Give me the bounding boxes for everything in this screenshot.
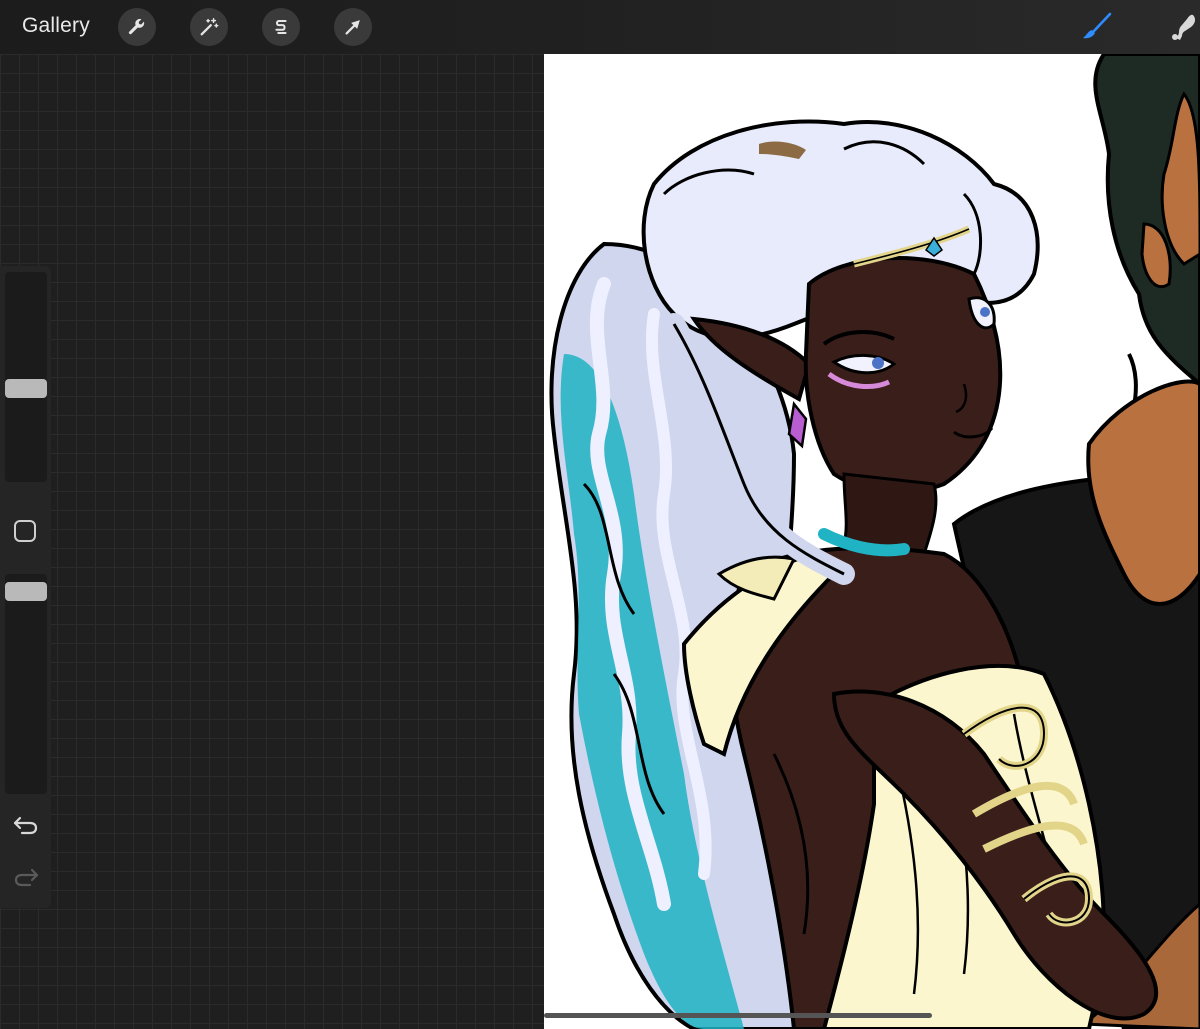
smudge-button[interactable] xyxy=(1166,10,1200,44)
adjustments-button[interactable] xyxy=(190,8,228,46)
top-toolbar: Gallery xyxy=(0,0,1200,54)
redo-button[interactable] xyxy=(12,864,40,888)
modify-button[interactable] xyxy=(14,520,36,542)
drawing-canvas[interactable] xyxy=(544,54,1200,1029)
selection-button[interactable] xyxy=(262,8,300,46)
left-sidebar xyxy=(0,266,51,908)
redo-icon xyxy=(14,868,39,887)
magic-wand-icon xyxy=(200,18,219,36)
gallery-button[interactable]: Gallery xyxy=(22,14,90,38)
selection-s-icon xyxy=(275,20,287,34)
undo-button[interactable] xyxy=(12,812,40,836)
opacity-slider[interactable] xyxy=(5,574,47,794)
smudge-icon xyxy=(1172,14,1196,40)
wrench-icon xyxy=(128,18,145,35)
arrow-cursor-icon xyxy=(345,20,360,35)
brush-size-slider[interactable] xyxy=(5,272,47,482)
undo-icon xyxy=(13,816,38,835)
transform-button[interactable] xyxy=(334,8,372,46)
paint-brush-button[interactable] xyxy=(1080,10,1114,44)
actions-button[interactable] xyxy=(118,8,156,46)
artwork-illustration xyxy=(549,54,1200,1029)
brush-icon xyxy=(1083,12,1112,39)
opacity-thumb[interactable] xyxy=(5,582,47,602)
brush-size-thumb[interactable] xyxy=(5,378,47,398)
scroll-indicator[interactable] xyxy=(544,1013,932,1018)
